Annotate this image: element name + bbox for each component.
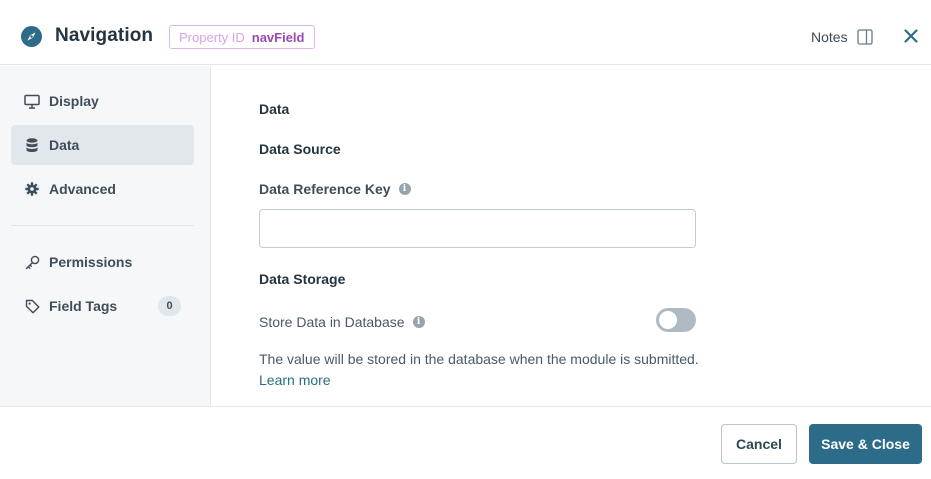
data-reference-key-label: Data Reference Key i bbox=[259, 181, 411, 197]
info-icon[interactable]: i bbox=[412, 316, 425, 328]
sidebar-item-display[interactable]: Display bbox=[11, 81, 194, 121]
sidebar-item-advanced[interactable]: Advanced bbox=[11, 169, 194, 209]
data-storage-title: Data Storage bbox=[259, 271, 346, 287]
data-reference-key-label-text: Data Reference Key bbox=[259, 181, 391, 197]
store-data-label-text: Store Data in Database bbox=[259, 314, 405, 330]
tag-icon bbox=[24, 298, 40, 314]
modal-header: Navigation Property ID navField Notes bbox=[0, 0, 931, 65]
count-badge: 0 bbox=[158, 296, 181, 316]
sidebar: Display Data Advanced Permissions Field … bbox=[0, 66, 211, 407]
notes-button[interactable]: Notes bbox=[811, 29, 873, 45]
page-title: Navigation bbox=[55, 25, 154, 46]
sidebar-item-label: Advanced bbox=[49, 181, 116, 197]
data-reference-key-input[interactable] bbox=[259, 209, 696, 248]
info-icon[interactable]: i bbox=[398, 183, 411, 195]
key-icon bbox=[24, 254, 40, 270]
section-title: Data bbox=[259, 101, 290, 117]
sidebar-item-label: Display bbox=[49, 93, 99, 109]
store-data-label: Store Data in Database i bbox=[259, 314, 425, 330]
data-source-title: Data Source bbox=[259, 141, 341, 157]
notes-label: Notes bbox=[811, 29, 848, 45]
learn-more-link[interactable]: Learn more bbox=[259, 372, 331, 388]
property-id-badge: Property ID navField bbox=[169, 25, 315, 49]
sidebar-item-label: Permissions bbox=[49, 254, 133, 270]
side-panel-icon bbox=[856, 29, 873, 45]
database-icon bbox=[24, 137, 40, 153]
sidebar-item-permissions[interactable]: Permissions bbox=[11, 242, 194, 282]
store-data-toggle[interactable] bbox=[656, 308, 696, 332]
help-text: The value will be stored in the database… bbox=[259, 349, 719, 391]
sidebar-item-field-tags[interactable]: Field Tags 0 bbox=[11, 286, 194, 326]
toggle-knob bbox=[659, 311, 677, 329]
sidebar-item-data[interactable]: Data bbox=[11, 125, 194, 165]
property-id-value: navField bbox=[251, 29, 305, 45]
close-icon[interactable] bbox=[903, 28, 919, 44]
sidebar-item-label: Field Tags bbox=[49, 298, 118, 314]
save-close-button[interactable]: Save & Close bbox=[809, 424, 922, 464]
cancel-button[interactable]: Cancel bbox=[721, 424, 797, 464]
sidebar-item-label: Data bbox=[49, 137, 80, 153]
monitor-icon bbox=[24, 93, 40, 109]
compass-icon bbox=[21, 26, 42, 47]
sidebar-divider bbox=[11, 225, 194, 226]
gear-icon bbox=[24, 181, 40, 197]
property-id-key: Property ID bbox=[179, 29, 245, 45]
modal-footer: Cancel Save & Close bbox=[0, 406, 931, 479]
help-text-body: The value will be stored in the database… bbox=[259, 351, 699, 367]
